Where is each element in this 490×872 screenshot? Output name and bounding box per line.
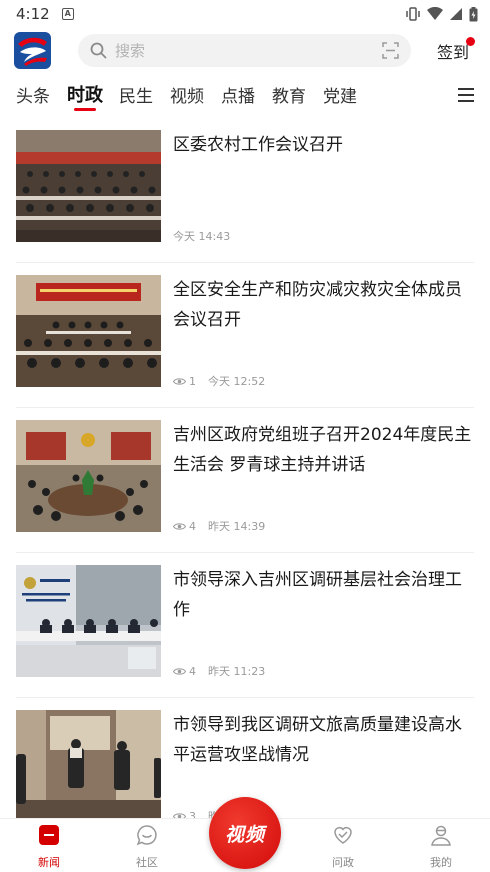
tab-headlines[interactable]: 头条 xyxy=(16,82,50,107)
video-button-label: 视频 xyxy=(224,823,265,846)
tab-politics[interactable]: 时政 xyxy=(67,81,103,107)
status-icons xyxy=(405,6,478,22)
news-item[interactable]: 市领导深入吉州区调研基层社会治理工作 4 昨天 11:23 xyxy=(0,553,490,698)
news-time: 昨天 14:39 xyxy=(208,520,266,533)
search-icon xyxy=(90,42,107,59)
news-thumbnail xyxy=(16,420,161,532)
view-count-value: 4 xyxy=(189,519,196,533)
news-title: 市领导深入吉州区调研基层社会治理工作 xyxy=(173,570,462,620)
news-meta: 4 昨天 11:23 xyxy=(173,663,265,679)
tab-party[interactable]: 党建 xyxy=(323,82,357,107)
nav-news[interactable]: 新闻 xyxy=(19,823,79,870)
profile-icon xyxy=(431,825,451,846)
news-item[interactable]: 全区安全生产和防灾减灾救灾全体成员会议召开 1 今天 12:52 xyxy=(0,263,490,408)
status-bar: 4:12 A xyxy=(0,0,490,28)
news-item[interactable]: 区委农村工作会议召开 今天 14:43 xyxy=(0,118,490,263)
community-icon xyxy=(136,825,157,846)
nav-profile[interactable]: 我的 xyxy=(411,823,471,870)
nav-community[interactable]: 社区 xyxy=(117,823,177,870)
news-icon xyxy=(39,825,59,845)
nav-label: 我的 xyxy=(430,856,452,869)
view-count-value: 4 xyxy=(189,664,196,678)
tab-livelihood[interactable]: 民生 xyxy=(119,82,153,107)
news-title: 市领导到我区调研文旅高质量建设高水平运营攻坚战情况 xyxy=(173,715,462,765)
view-count: 1 xyxy=(173,375,196,388)
status-time: 4:12 xyxy=(16,5,50,23)
video-center-button[interactable]: 视频 xyxy=(209,797,281,869)
nav-label: 问政 xyxy=(332,856,354,869)
nav-label: 社区 xyxy=(136,856,158,869)
app-header: 搜索 签到 xyxy=(0,28,490,74)
app-logo[interactable] xyxy=(14,32,51,69)
news-title: 吉州区政府党组班子召开2024年度民主生活会 罗青球主持并讲话 xyxy=(173,425,472,475)
news-time: 今天 12:52 xyxy=(208,375,266,388)
news-meta: 今天 14:43 xyxy=(173,228,230,244)
news-time: 昨天 11:23 xyxy=(208,665,266,678)
news-item[interactable]: 吉州区政府党组班子召开2024年度民主生活会 罗青球主持并讲话 4 昨天 14:… xyxy=(0,408,490,553)
category-tabs: 头条 时政 民生 视频 点播 教育 党建 xyxy=(0,78,490,114)
news-time: 今天 14:43 xyxy=(173,230,231,243)
view-count: 4 xyxy=(173,520,196,533)
news-meta: 1 今天 12:52 xyxy=(173,373,265,389)
news-thumbnail xyxy=(16,710,161,822)
tab-education[interactable]: 教育 xyxy=(272,82,306,107)
news-thumbnail xyxy=(16,130,161,242)
news-title: 区委农村工作会议召开 xyxy=(173,135,343,155)
nav-label: 新闻 xyxy=(38,856,60,869)
signin-badge xyxy=(466,37,475,46)
scan-icon[interactable] xyxy=(382,42,399,59)
vibrate-icon xyxy=(406,7,420,21)
signal-icon xyxy=(450,8,462,20)
view-count: 4 xyxy=(173,665,196,678)
wifi-icon xyxy=(427,7,443,20)
battery-icon xyxy=(469,6,478,21)
tab-video[interactable]: 视频 xyxy=(170,82,204,107)
menu-icon[interactable] xyxy=(458,88,474,102)
active-tab-indicator xyxy=(74,108,96,111)
news-thumbnail xyxy=(16,565,161,677)
nav-inquiry[interactable]: 问政 xyxy=(313,823,373,870)
search-input[interactable]: 搜索 xyxy=(115,40,145,61)
inquiry-icon xyxy=(334,827,352,844)
news-meta: 4 昨天 14:39 xyxy=(173,518,265,534)
eye-icon xyxy=(173,667,186,675)
view-count-value: 1 xyxy=(189,374,196,388)
news-thumbnail xyxy=(16,275,161,387)
eye-icon xyxy=(173,522,186,530)
tab-on-demand[interactable]: 点播 xyxy=(221,82,255,107)
signin-button[interactable]: 签到 xyxy=(437,39,469,63)
notification-icon: A xyxy=(61,8,74,20)
news-title: 全区安全生产和防灾减灾救灾全体成员会议召开 xyxy=(173,280,462,330)
search-bar[interactable]: 搜索 xyxy=(78,34,411,67)
eye-icon xyxy=(173,377,186,385)
